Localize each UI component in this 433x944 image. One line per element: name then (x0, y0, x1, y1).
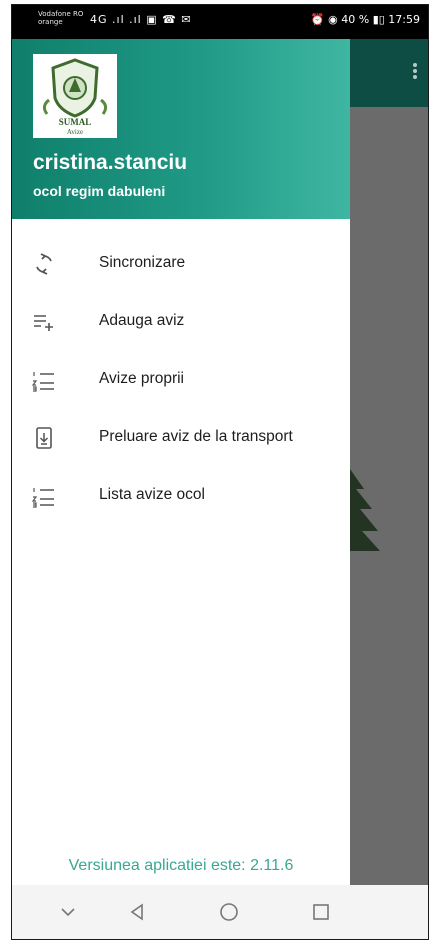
signal-icon: 4G .ıl .ıl (90, 13, 142, 26)
chevron-down-icon[interactable] (56, 900, 80, 924)
numbered-list-icon (32, 488, 54, 508)
notification-icons: ▣ ☎ ✉ (146, 13, 192, 26)
carrier-line-1: Vodafone RO (38, 10, 84, 18)
menu-label-avize-proprii: Avize proprii (99, 370, 185, 387)
menu-item-preluare-aviz[interactable]: Preluare aviz de la transport (12, 409, 350, 467)
menu-label-preluare-aviz: Preluare aviz de la transport (99, 428, 293, 445)
drawer-header: SUMAL Avize cristina.stanciu ocol regim … (12, 39, 350, 219)
phone-download-icon (36, 427, 52, 449)
status-bar: Vodafone RO orange 4G .ıl .ıl ▣ ☎ ✉ ⏰ ◉ … (12, 5, 428, 39)
menu-item-adauga-aviz[interactable]: Adauga aviz (12, 293, 350, 351)
menu-item-avize-proprii[interactable]: Avize proprii (12, 351, 350, 409)
clock: 17:59 (388, 13, 420, 26)
sync-icon (36, 253, 52, 275)
user-name: cristina.stanciu (33, 151, 188, 174)
playlist-add-icon (34, 315, 53, 331)
alarm-icon: ⏰ (310, 13, 325, 26)
sumal-logo: SUMAL Avize (33, 54, 117, 138)
carrier-label: Vodafone RO orange (38, 10, 83, 26)
user-unit: ocol regim dabuleni (33, 183, 166, 199)
home-icon[interactable] (217, 900, 241, 924)
drawer-menu: Sincronizare Adauga aviz Avize proprii P… (12, 235, 350, 525)
tree-icon (350, 469, 380, 551)
menu-item-sincronizare[interactable]: Sincronizare (12, 235, 350, 293)
phone-screen: Vodafone RO orange 4G .ıl .ıl ▣ ☎ ✉ ⏰ ◉ … (11, 4, 429, 940)
menu-label-sincronizare: Sincronizare (99, 254, 186, 271)
app-version: Versiunea aplicatiei este: 2.11.6 (68, 857, 294, 874)
back-icon[interactable] (125, 900, 149, 924)
background-app-scrim[interactable] (350, 39, 428, 885)
system-nav-bar (12, 885, 428, 939)
location-icon: ◉ (328, 13, 338, 26)
status-right: ⏰ ◉ 40 % ▮▯ 17:59 (311, 13, 420, 26)
menu-item-lista-avize-ocol[interactable]: Lista avize ocol (12, 467, 350, 525)
menu-label-lista-avize-ocol: Lista avize ocol (99, 486, 205, 503)
sumal-logo-icon: SUMAL Avize (42, 58, 108, 136)
recents-icon[interactable] (309, 900, 333, 924)
battery-percent: 40 % (341, 13, 370, 26)
signal-icons: 4G .ıl .ıl ▣ ☎ ✉ (90, 13, 192, 26)
numbered-list-icon (32, 372, 54, 392)
logo-text-line-2: Avize (67, 128, 83, 136)
menu-label-adauga-aviz: Adauga aviz (99, 312, 185, 329)
more-vert-icon (412, 63, 418, 83)
logo-text-line-1: SUMAL (59, 117, 92, 127)
background-app-bar (350, 39, 428, 107)
navigation-drawer: SUMAL Avize cristina.stanciu ocol regim … (12, 39, 350, 885)
carrier-line-2: orange (38, 18, 63, 26)
battery-icon: ▮▯ (372, 13, 385, 26)
